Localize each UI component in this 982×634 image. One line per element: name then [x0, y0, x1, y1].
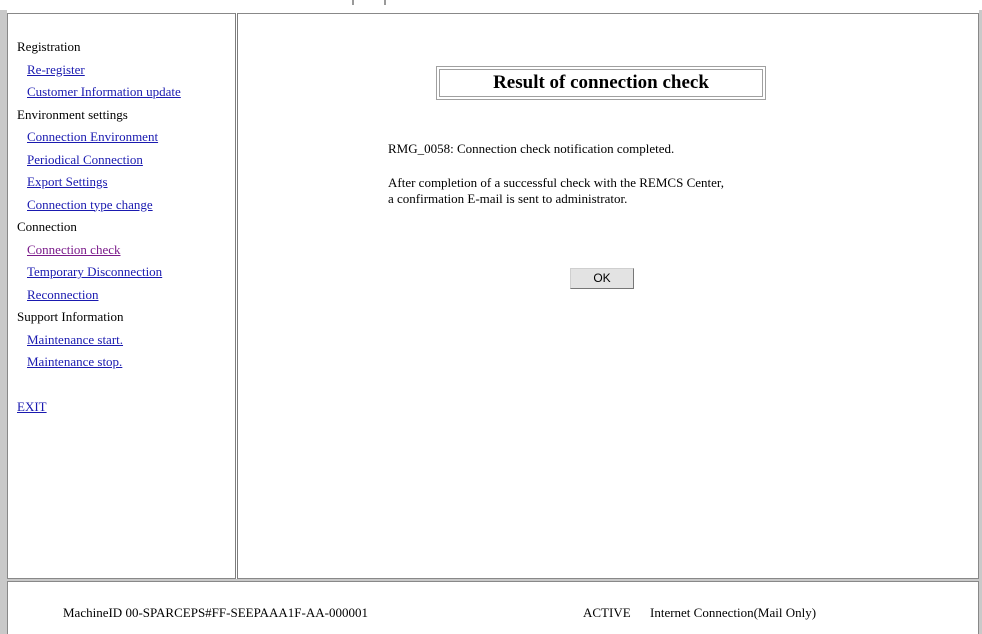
frame-border-left — [0, 10, 7, 634]
page-title-box: Result of connection check — [436, 66, 766, 100]
confirmation-note-line: After completion of a successful check w… — [388, 175, 724, 190]
nav-link-maintenance-start[interactable]: Maintenance start. — [17, 329, 181, 352]
nav-link-connection-type-change[interactable]: Connection type change — [17, 194, 181, 217]
nav-link-maintenance-stop[interactable]: Maintenance stop. — [17, 351, 181, 374]
nav-link-temporary-disconnection[interactable]: Temporary Disconnection — [17, 261, 181, 284]
nav-group-environment-settings: Environment settings — [17, 106, 128, 122]
nav-link-connection-environment[interactable]: Connection Environment — [17, 126, 181, 149]
exit-link[interactable]: EXIT — [17, 396, 181, 419]
nav-link-connection-check[interactable]: Connection check — [17, 239, 181, 262]
confirmation-note: After completion of a successful check w… — [388, 175, 724, 207]
connection-type: Internet Connection(Mail Only) — [650, 605, 817, 620]
nav-link-re-register[interactable]: Re-register — [17, 59, 181, 82]
nav-group-registration: Registration — [17, 39, 81, 54]
nav-group-support-information: Support Information — [17, 309, 124, 324]
confirmation-note-line: a confirmation E-mail is sent to adminis… — [388, 191, 628, 206]
ok-button[interactable]: OK — [570, 268, 634, 289]
frame-divider-mark — [384, 0, 386, 5]
window-top-strip — [0, 0, 982, 10]
nav-link-customer-information-update[interactable]: Customer Information update — [17, 81, 181, 104]
status-state: ACTIVE — [583, 605, 631, 620]
machine-id: MachineID 00-SPARCEPS#FF-SEEPAAA1F-AA-00… — [63, 605, 368, 620]
page-title: Result of connection check — [439, 69, 763, 97]
nav-link-reconnection[interactable]: Reconnection — [17, 284, 181, 307]
navigation-frame: Registration Re-register Customer Inform… — [7, 13, 236, 579]
frame-divider-mark — [352, 0, 354, 5]
nav-group-connection: Connection — [17, 219, 77, 234]
navigation-menu: Registration Re-register Customer Inform… — [17, 36, 181, 418]
status-bar: MachineID 00-SPARCEPS#FF-SEEPAAA1F-AA-00… — [7, 581, 979, 634]
content-frame: Result of connection check RMG_0058: Con… — [237, 13, 979, 579]
nav-link-export-settings[interactable]: Export Settings — [17, 171, 181, 194]
result-message: RMG_0058: Connection check notification … — [388, 141, 675, 156]
nav-link-periodical-connection[interactable]: Periodical Connection — [17, 149, 181, 172]
